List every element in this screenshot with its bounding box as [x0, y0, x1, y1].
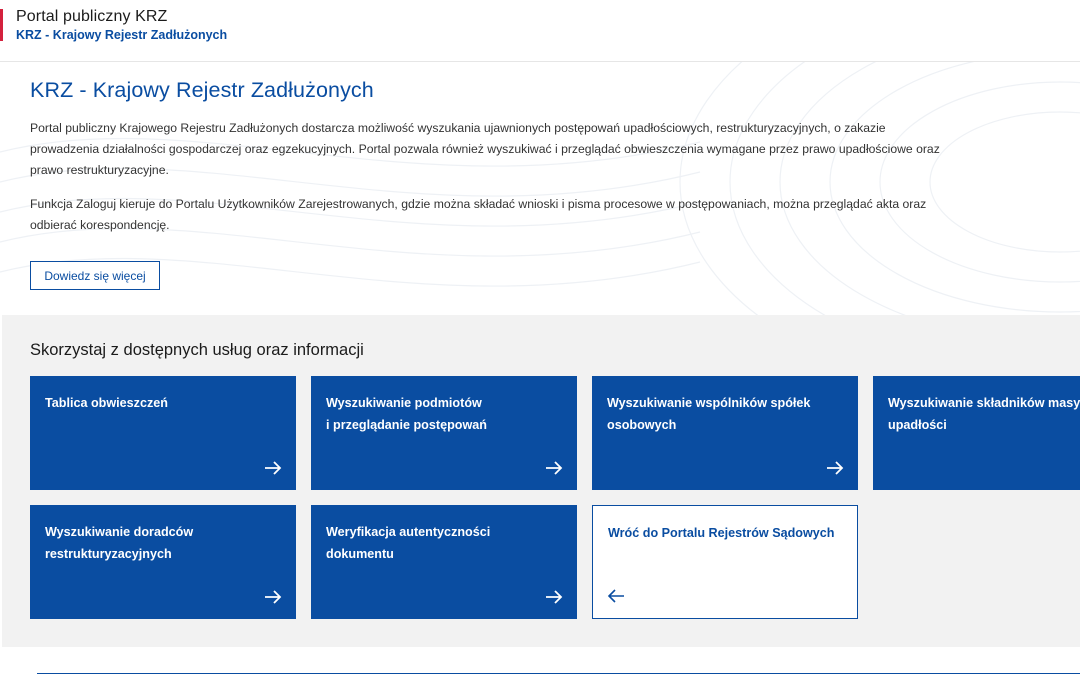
app-subtitle[interactable]: KRZ - Krajowy Rejestr Zadłużonych: [16, 28, 227, 42]
footer-divider: [37, 673, 1080, 674]
tile-label: Wróć do Portalu Rejestrów Sądowych: [608, 526, 835, 540]
tile-label: Wyszukiwanie podmiotów i przeglądanie po…: [326, 396, 487, 432]
tile-tablica-obwieszczen[interactable]: Tablica obwieszczeń: [30, 376, 296, 490]
tile-weryfikacja-dokumentu[interactable]: Weryfikacja autentyczności dokumentu: [311, 505, 577, 619]
app-title[interactable]: Portal publiczny KRZ: [16, 8, 167, 26]
header-accent-bar: [0, 9, 3, 41]
tile-label: Tablica obwieszczeń: [45, 396, 168, 410]
arrow-left-icon: [607, 589, 624, 603]
page: Portal publiczny KRZ KRZ - Krajowy Rejes…: [0, 0, 1080, 675]
tile-wyszukiwanie-doradcow[interactable]: Wyszukiwanie doradców restrukturyzacyjny…: [30, 505, 296, 619]
tile-label: Wyszukiwanie doradców restrukturyzacyjny…: [45, 525, 194, 561]
services-heading: Skorzystaj z dostępnych usług oraz infor…: [30, 341, 364, 359]
arrow-right-icon: [265, 461, 282, 475]
tile-label: Wyszukiwanie wspólników spółek osobowych: [607, 396, 811, 432]
tile-label: Wyszukiwanie składników masy upadłości: [888, 396, 1080, 432]
page-heading: KRZ - Krajowy Rejestr Zadłużonych: [30, 78, 374, 102]
tile-powrot-portal-rejestrow[interactable]: Wróć do Portalu Rejestrów Sądowych: [592, 505, 858, 619]
services-section: Skorzystaj z dostępnych usług oraz infor…: [2, 315, 1080, 647]
intro-section: KRZ - Krajowy Rejestr Zadłużonych Portal…: [0, 62, 1080, 315]
tile-wyszukiwanie-podmiotow[interactable]: Wyszukiwanie podmiotów i przeglądanie po…: [311, 376, 577, 490]
tile-wyszukiwanie-skladnikow[interactable]: Wyszukiwanie składników masy upadłości: [873, 376, 1080, 490]
arrow-right-icon: [546, 590, 563, 604]
intro-paragraph-2: Funkcja Zaloguj kieruje do Portalu Użytk…: [30, 197, 927, 232]
learn-more-button[interactable]: Dowiedz się więcej: [30, 261, 160, 290]
arrow-right-icon: [265, 590, 282, 604]
arrow-right-icon: [827, 461, 844, 475]
tile-label: Weryfikacja autentyczności dokumentu: [326, 525, 491, 561]
tile-wyszukiwanie-wspolnikow[interactable]: Wyszukiwanie wspólników spółek osobowych: [592, 376, 858, 490]
arrow-right-icon: [546, 461, 563, 475]
intro-paragraph-1: Portal publiczny Krajowego Rejestru Zadł…: [30, 121, 940, 177]
header: Portal publiczny KRZ KRZ - Krajowy Rejes…: [0, 0, 1080, 62]
